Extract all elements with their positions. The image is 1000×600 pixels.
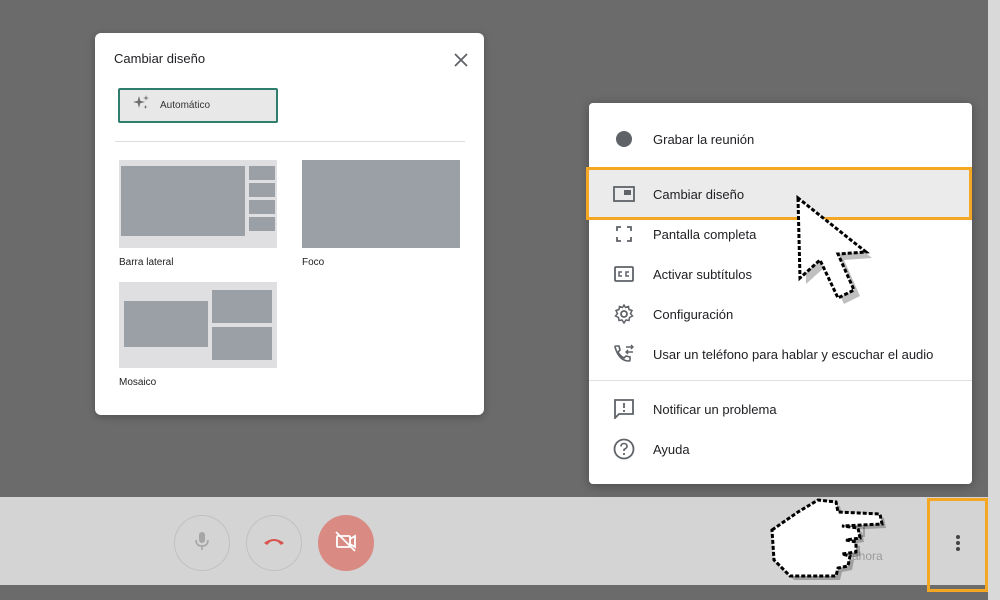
layout-option-tiled[interactable]: Mosaico bbox=[119, 282, 277, 388]
layout-option-automatic[interactable]: Automático bbox=[118, 88, 278, 123]
sparkle-icon bbox=[132, 94, 150, 117]
menu-item-change-layout[interactable]: Cambiar diseño bbox=[589, 174, 972, 214]
more-options-button[interactable] bbox=[927, 498, 988, 592]
camera-off-icon bbox=[334, 530, 358, 557]
report-icon bbox=[612, 397, 636, 421]
spotlight-thumbnail bbox=[302, 160, 460, 248]
menu-item-captions[interactable]: Activar subtítulos bbox=[589, 254, 972, 294]
help-icon bbox=[612, 437, 636, 461]
menu-item-label: Usar un teléfono para hablar y escuchar … bbox=[653, 346, 934, 362]
gear-icon bbox=[612, 302, 636, 326]
camera-off-button[interactable] bbox=[318, 515, 374, 571]
layout-icon bbox=[612, 182, 636, 206]
hang-up-icon bbox=[262, 534, 286, 552]
captions-icon bbox=[612, 262, 636, 286]
microphone-button[interactable] bbox=[174, 515, 230, 571]
menu-divider bbox=[589, 380, 972, 381]
pointing-hand-cursor-icon bbox=[770, 498, 886, 580]
menu-item-label: Cambiar diseño bbox=[653, 186, 745, 202]
menu-item-label: Notificar un problema bbox=[653, 401, 777, 417]
sidebar-thumbnail bbox=[119, 160, 277, 248]
menu-items-layer: Cambiar diseño Pantalla completa Activar… bbox=[589, 103, 972, 484]
dialog-title: Cambiar diseño bbox=[114, 51, 206, 66]
menu-item-label: Configuración bbox=[653, 306, 734, 322]
menu-item-phone-audio[interactable]: Usar un teléfono para hablar y escuchar … bbox=[589, 334, 972, 374]
change-layout-dialog: Cambiar diseño Automático Barra lateral … bbox=[95, 33, 484, 415]
divider bbox=[115, 141, 465, 142]
menu-item-help[interactable]: Ayuda bbox=[589, 429, 972, 469]
mic-icon bbox=[192, 530, 212, 557]
layout-option-spotlight[interactable]: Foco bbox=[302, 160, 460, 268]
menu-item-fullscreen[interactable]: Pantalla completa bbox=[589, 214, 972, 254]
fullscreen-icon bbox=[612, 222, 636, 246]
right-edge bbox=[988, 0, 1000, 600]
layout-label-sidebar: Barra lateral bbox=[119, 257, 174, 268]
hang-up-button[interactable] bbox=[246, 515, 302, 571]
layout-label-spotlight: Foco bbox=[302, 257, 325, 268]
phone-icon bbox=[612, 342, 636, 366]
tiled-thumbnail bbox=[119, 282, 277, 368]
more-vert-icon bbox=[955, 533, 961, 558]
layout-option-sidebar[interactable]: Barra lateral bbox=[119, 160, 277, 268]
bottom-gap bbox=[0, 585, 988, 600]
layout-label-tiled: Mosaico bbox=[119, 377, 157, 388]
menu-item-label: Pantalla completa bbox=[653, 226, 757, 242]
menu-item-report-problem[interactable]: Notificar un problema bbox=[589, 389, 972, 429]
menu-item-label: Activar subtítulos bbox=[653, 266, 752, 282]
auto-option-label: Automático bbox=[160, 100, 211, 111]
menu-item-settings[interactable]: Configuración bbox=[589, 294, 972, 334]
arrow-cursor-icon bbox=[796, 194, 872, 304]
menu-item-label: Ayuda bbox=[653, 441, 690, 457]
close-icon[interactable] bbox=[450, 49, 472, 71]
